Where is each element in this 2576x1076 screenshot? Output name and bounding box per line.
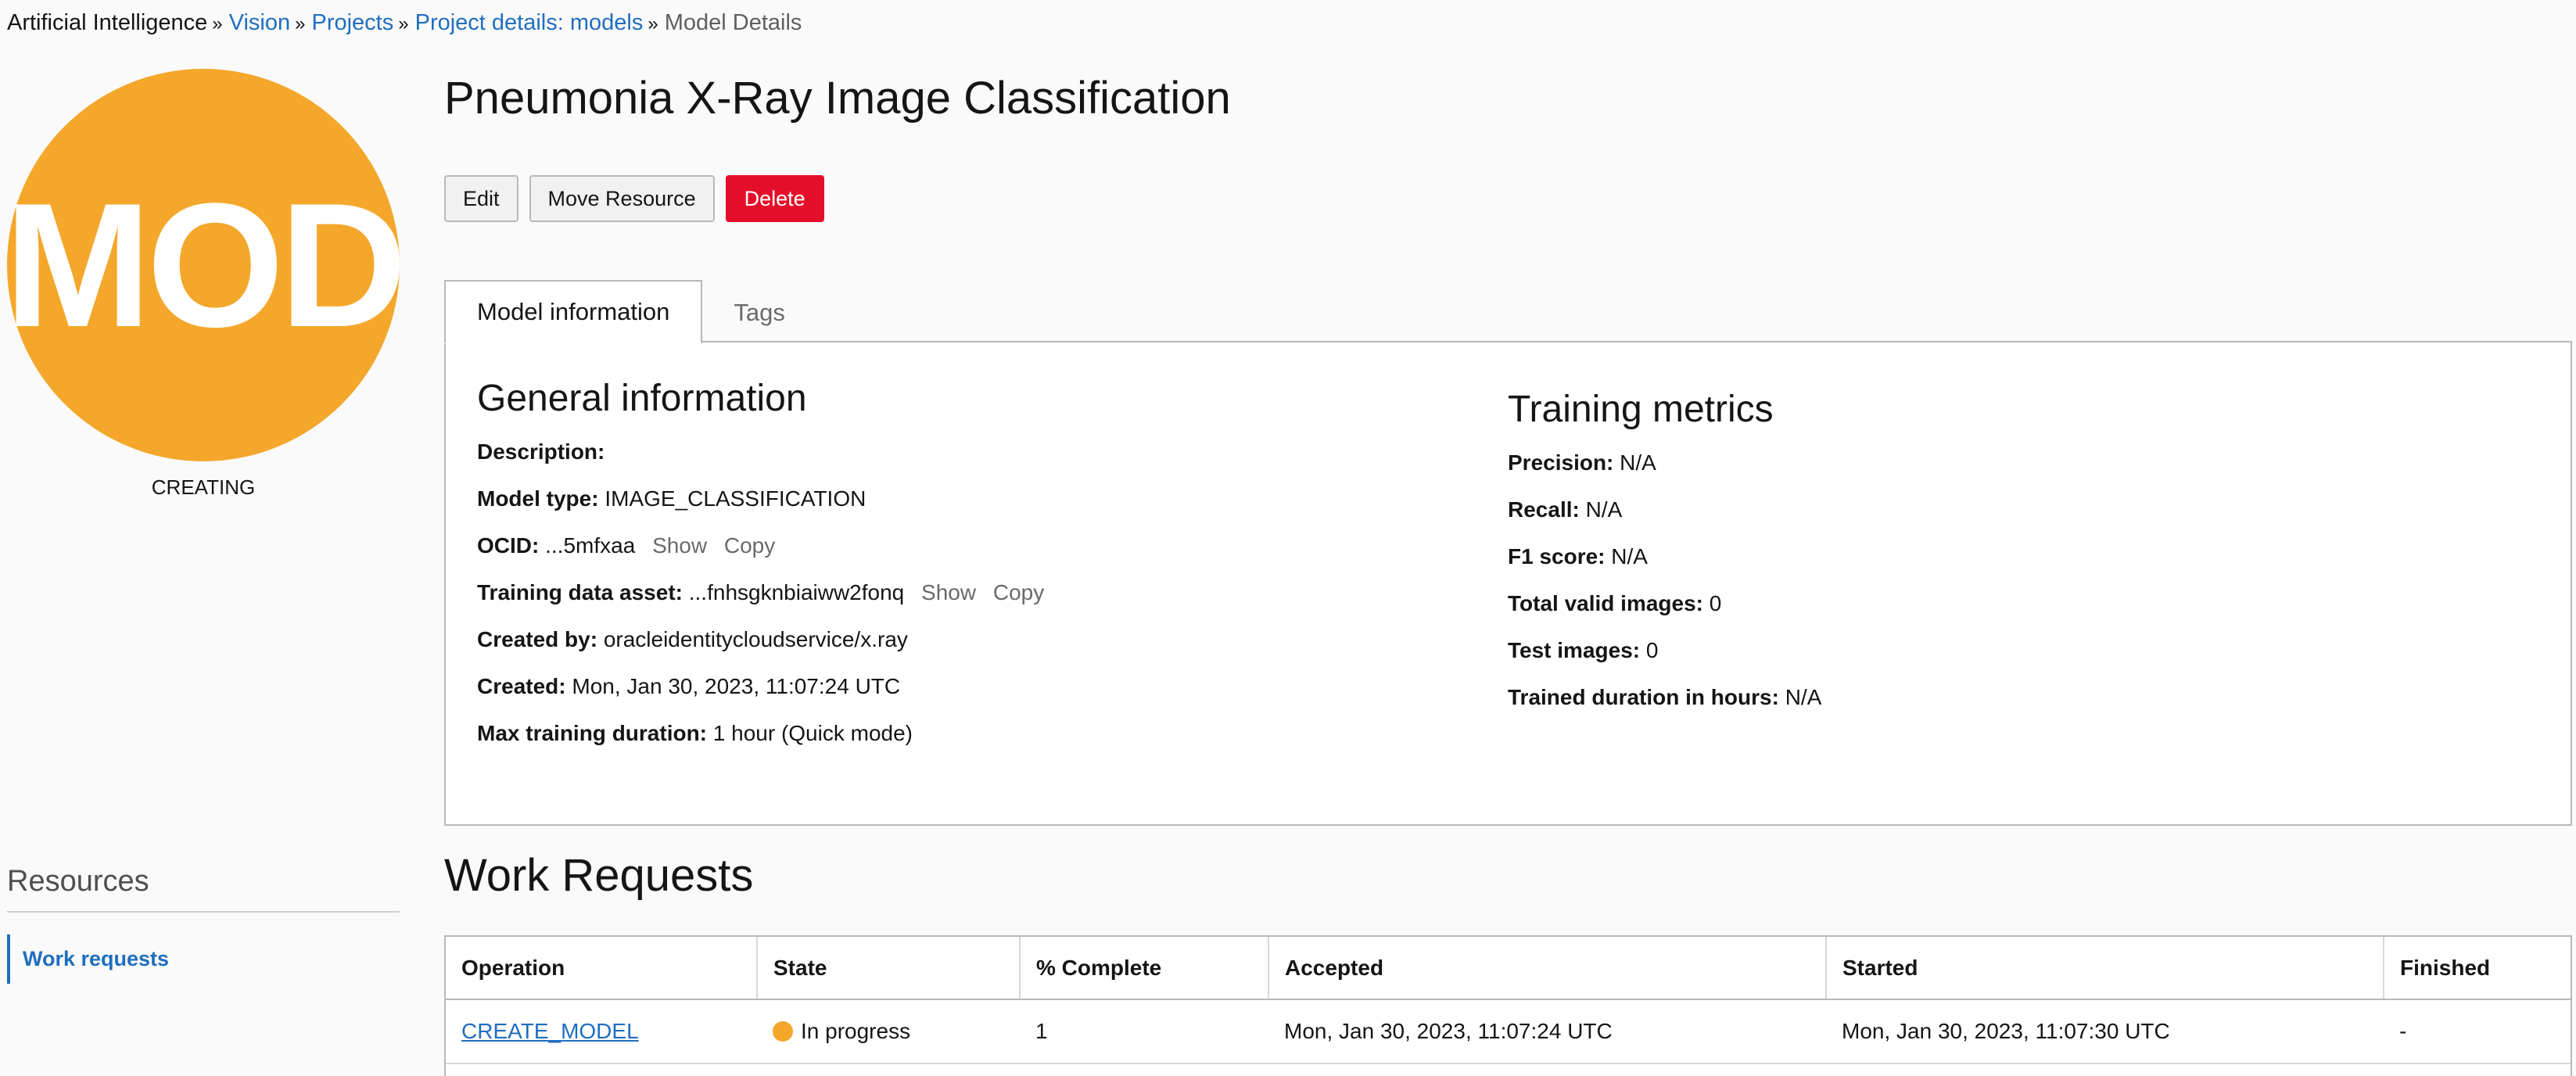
column-header-percent-complete[interactable]: % Complete — [1020, 937, 1269, 1000]
max-training-duration-label: Max training duration: — [477, 721, 707, 745]
total-valid-images-value: 0 — [1709, 591, 1722, 615]
finished-cell: - — [2384, 999, 2571, 1064]
column-header-operation[interactable]: Operation — [446, 937, 758, 1000]
training-data-asset-row: Training data asset: ...fnhsgknbiaiww2fo… — [477, 579, 1415, 606]
accepted-cell: Mon, Jan 30, 2023, 11:07:24 UTC — [1268, 999, 1826, 1064]
state-value: In progress — [801, 1019, 911, 1043]
test-images-value: 0 — [1645, 638, 1659, 662]
general-information-title: General information — [477, 378, 807, 419]
model-avatar: MOD — [7, 69, 400, 461]
ocid-show-link[interactable]: Show — [652, 533, 707, 558]
breadcrumb-link-project-details[interactable]: Project details: models — [415, 10, 644, 35]
description-label: Description: — [477, 439, 605, 464]
created-by-value: oracleidentitycloudservice/x.ray — [603, 627, 908, 651]
test-images-label: Test images: — [1508, 638, 1641, 662]
state-cell: In progress — [757, 999, 1020, 1064]
training-metrics-section: Training metrics Precision: N/A Recall: … — [1508, 388, 2446, 731]
training-data-asset-copy-link[interactable]: Copy — [993, 580, 1044, 604]
delete-button[interactable]: Delete — [725, 175, 824, 222]
move-resource-button[interactable]: Move Resource — [529, 175, 715, 222]
max-training-duration-row: Max training duration: 1 hour (Quick mod… — [477, 720, 1415, 747]
resources-title: Resources — [7, 865, 400, 913]
ocid-copy-link[interactable]: Copy — [724, 533, 775, 558]
percent-complete-cell: 1 — [1020, 999, 1268, 1064]
recall-label: Recall: — [1508, 497, 1580, 522]
f1-score-label: F1 score: — [1508, 544, 1606, 568]
description-row: Description: — [477, 439, 1415, 465]
f1-score-value: N/A — [1611, 544, 1648, 568]
precision-row: Precision: N/A — [1508, 450, 2446, 476]
resources-nav: Resources Work requests — [7, 865, 400, 984]
ocid-label: OCID: — [477, 533, 540, 558]
status-dot-icon — [773, 1021, 793, 1042]
column-header-accepted[interactable]: Accepted — [1268, 937, 1827, 1000]
training-data-asset-value: ...fnhsgknbiaiww2fonq — [688, 580, 905, 604]
breadcrumb: Artificial Intelligence» Vision» Projects»… — [7, 9, 802, 38]
test-images-row: Test images: 0 — [1508, 637, 2446, 664]
table-header-row: Operation State % Complete Accepted Star… — [446, 937, 2571, 1000]
column-header-started[interactable]: Started — [1826, 937, 2384, 1000]
created-value: Mon, Jan 30, 2023, 11:07:24 UTC — [572, 674, 901, 698]
action-buttons: Edit Move Resource Delete — [444, 175, 824, 222]
work-requests-table: Operation State % Complete Accepted Star… — [444, 935, 2572, 1076]
recall-value: N/A — [1585, 497, 1623, 522]
page-title: Pneumonia X-Ray Image Classification — [444, 73, 1231, 124]
work-requests-title: Work Requests — [444, 850, 754, 901]
breadcrumb-root: Artificial Intelligence — [7, 10, 208, 35]
tab-tags[interactable]: Tags — [702, 282, 816, 344]
recall-row: Recall: N/A — [1508, 497, 2446, 523]
operation-link[interactable]: CREATE_MODEL — [461, 1019, 639, 1043]
total-valid-images-label: Total valid images: — [1508, 591, 1703, 615]
column-header-finished[interactable]: Finished — [2384, 937, 2571, 1000]
breadcrumb-link-vision[interactable]: Vision — [229, 10, 290, 35]
table-row: CREATE_MODEL In progress 1 Mon, Jan 30, … — [446, 999, 2571, 1064]
operation-cell: CREATE_MODEL — [446, 999, 757, 1064]
breadcrumb-current: Model Details — [664, 10, 802, 35]
created-by-row: Created by: oracleidentitycloudservice/x… — [477, 626, 1415, 653]
f1-score-row: F1 score: N/A — [1508, 543, 2446, 570]
breadcrumb-separator: » — [212, 13, 223, 34]
created-row: Created: Mon, Jan 30, 2023, 11:07:24 UTC — [477, 673, 1415, 700]
model-type-label: Model type: — [477, 486, 599, 511]
created-by-label: Created by: — [477, 627, 598, 651]
breadcrumb-separator: » — [398, 13, 409, 34]
ocid-row: OCID: ...5mfxaa Show Copy — [477, 533, 1415, 559]
model-type-value: IMAGE_CLASSIFICATION — [605, 486, 866, 511]
total-valid-images-row: Total valid images: 0 — [1508, 590, 2446, 617]
precision-label: Precision: — [1508, 450, 1614, 475]
started-cell: Mon, Jan 30, 2023, 11:07:30 UTC — [1826, 999, 2384, 1064]
precision-value: N/A — [1620, 450, 1656, 475]
created-label: Created: — [477, 674, 566, 698]
training-data-asset-show-link[interactable]: Show — [921, 580, 976, 604]
tab-model-information[interactable]: Model information — [444, 280, 703, 344]
trained-duration-value: N/A — [1785, 685, 1822, 709]
training-data-asset-label: Training data asset: — [477, 580, 683, 604]
general-information-section: General information Description: Model t… — [477, 377, 1415, 767]
breadcrumb-separator: » — [648, 13, 658, 34]
edit-button[interactable]: Edit — [444, 175, 518, 222]
resource-state-label: CREATING — [151, 475, 256, 499]
breadcrumb-link-projects[interactable]: Projects — [311, 10, 393, 35]
max-training-duration-value: 1 hour (Quick mode) — [712, 721, 913, 745]
model-type-row: Model type: IMAGE_CLASSIFICATION — [477, 486, 1415, 512]
model-information-panel: General information Description: Model t… — [444, 341, 2572, 826]
ocid-value: ...5mfxaa — [545, 533, 636, 558]
avatar-initials: MOD — [7, 166, 400, 364]
resources-item-work-requests[interactable]: Work requests — [7, 934, 400, 984]
breadcrumb-separator: » — [295, 13, 306, 34]
tab-bar: Model information Tags — [444, 280, 816, 344]
trained-duration-row: Trained duration in hours: N/A — [1508, 684, 2446, 711]
column-header-state[interactable]: State — [757, 937, 1021, 1000]
trained-duration-label: Trained duration in hours: — [1508, 685, 1779, 709]
training-metrics-title: Training metrics — [1508, 389, 1774, 430]
